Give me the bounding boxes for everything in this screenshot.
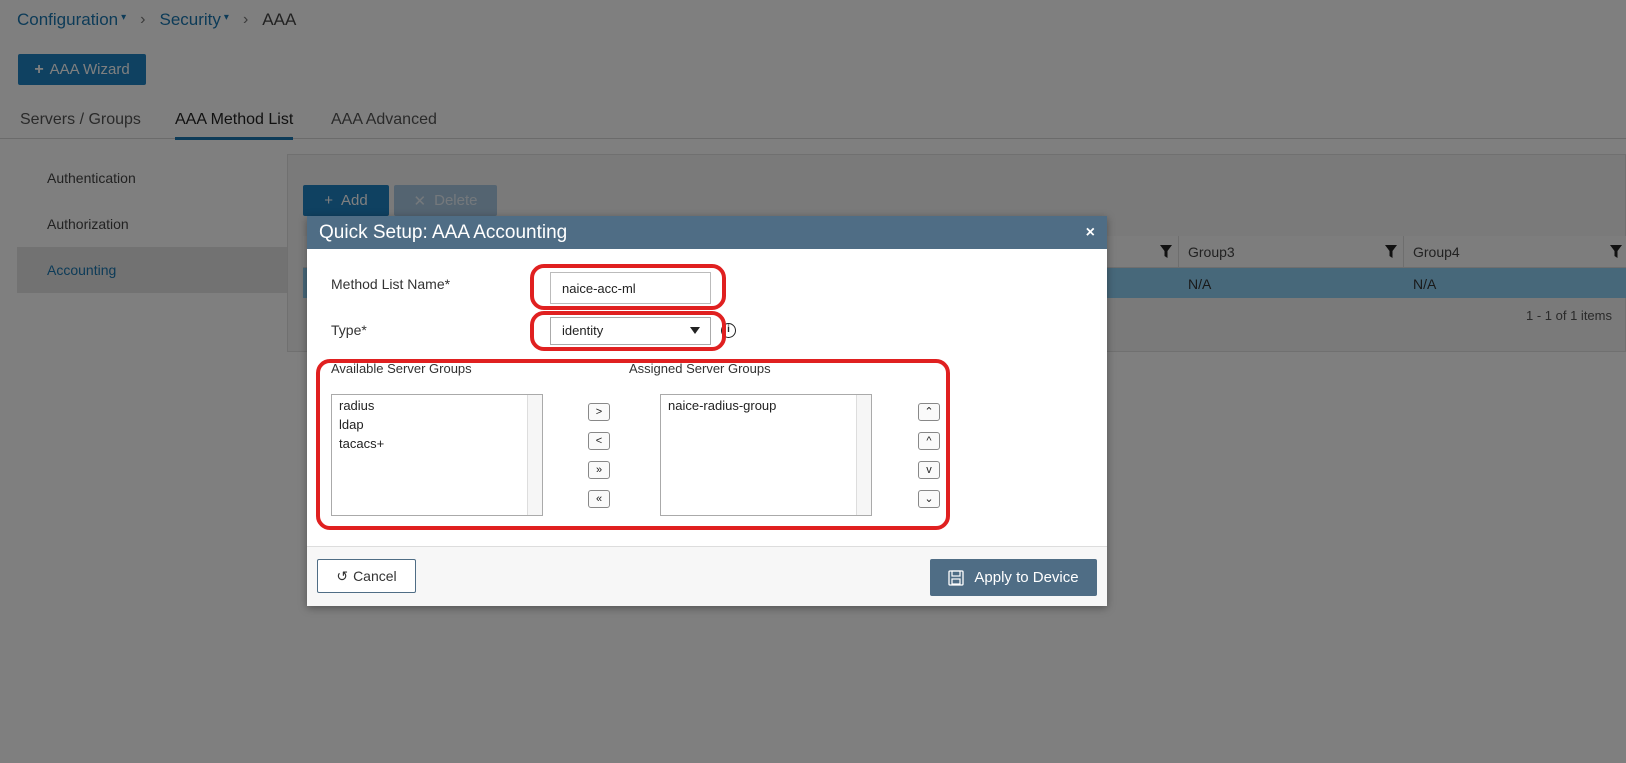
apply-to-device-button[interactable]: Apply to Device bbox=[930, 559, 1097, 596]
undo-icon: ↺ bbox=[336, 567, 349, 584]
dialog-header: Quick Setup: AAA Accounting × bbox=[307, 216, 1107, 249]
cancel-label: Cancel bbox=[353, 568, 397, 584]
annotation-ring-groups bbox=[316, 359, 950, 530]
close-icon[interactable]: × bbox=[1086, 216, 1095, 249]
dialog-footer: ↺ Cancel Apply to Device bbox=[307, 546, 1107, 606]
type-label: Type* bbox=[331, 322, 367, 338]
quick-setup-dialog: Quick Setup: AAA Accounting × Method Lis… bbox=[307, 216, 1107, 606]
save-icon bbox=[948, 569, 965, 586]
cancel-button[interactable]: ↺ Cancel bbox=[317, 559, 416, 593]
apply-label: Apply to Device bbox=[974, 569, 1079, 586]
dialog-title: Quick Setup: AAA Accounting bbox=[319, 222, 568, 243]
annotation-ring-name bbox=[530, 264, 726, 310]
method-list-name-label: Method List Name* bbox=[331, 276, 451, 292]
annotation-ring-type bbox=[530, 311, 726, 351]
